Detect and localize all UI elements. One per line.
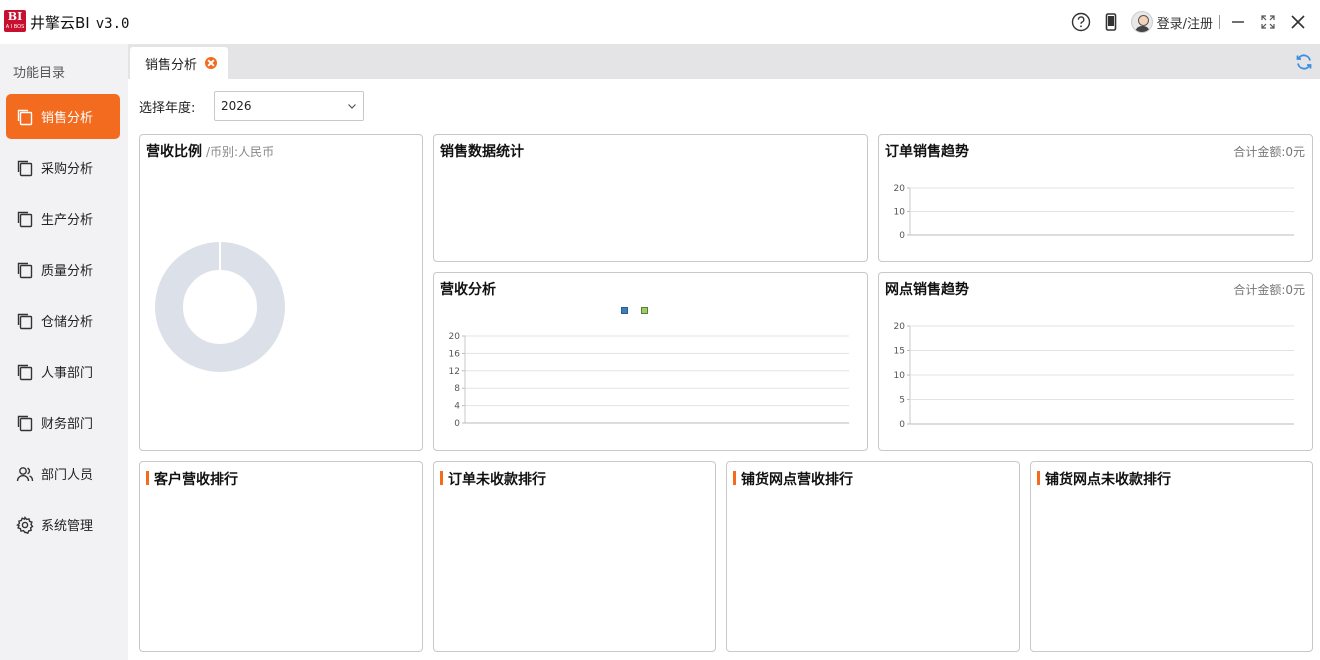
y-tick-label: 10 [894, 371, 906, 381]
help-icon[interactable] [1069, 10, 1093, 34]
sidebar-item-warehouse-analysis[interactable]: 仓储分析 [6, 298, 120, 343]
sidebar: 功能目录 销售分析 采购分析 生产分析 质量分析 仓储分析 人事部门 财务部门 [0, 44, 128, 660]
outlet-trend-panel: 网点销售趋势 合计金额:0元 0 5 10 15 20 [878, 272, 1313, 451]
total-amount: 合计金额:0元 [1233, 283, 1305, 297]
y-tick-label: 20 [449, 332, 461, 342]
revenue-ratio-panel: 营收比例/币别:人民币 [139, 134, 423, 451]
sidebar-item-label: 部门人员 [41, 468, 94, 483]
sidebar-menu: 销售分析 采购分析 生产分析 质量分析 仓储分析 人事部门 财务部门 部门人员 [6, 94, 120, 553]
app-logo: BI A I BOS [4, 10, 26, 32]
panel-title: 铺货网点未收款排行 [1037, 469, 1171, 489]
chevron-down-icon [348, 104, 356, 109]
copy-icon [16, 210, 34, 228]
copy-icon [16, 414, 34, 432]
y-tick-label: 0 [899, 231, 905, 241]
tab-label: 销售分析 [145, 57, 198, 73]
y-tick-label: 16 [449, 349, 461, 359]
copy-icon [16, 312, 34, 330]
login-button[interactable]: 登录/注册 [1130, 11, 1213, 33]
order-trend-chart: 0 10 20 [894, 184, 1294, 241]
app-version: v3.0 [95, 16, 130, 32]
customer-revenue-rank-panel: 客户营收排行 [139, 461, 423, 652]
maximize-icon[interactable] [1256, 10, 1280, 34]
sidebar-item-production-analysis[interactable]: 生产分析 [6, 196, 120, 241]
refresh-icon[interactable] [1294, 52, 1314, 72]
y-tick-label: 20 [894, 322, 906, 332]
sidebar-item-label: 销售分析 [41, 111, 94, 126]
total-amount: 合计金额:0元 [1233, 145, 1305, 159]
users-icon [16, 465, 34, 483]
revenue-analysis-panel: 营收分析 0 4 8 12 16 20 [433, 272, 868, 451]
sales-stats-panel: 销售数据统计 [433, 134, 868, 262]
title-bar: BI A I BOS 井擎云BI v3.0 登录/注册 [0, 0, 1320, 44]
tab-close-icon[interactable] [205, 57, 218, 69]
sidebar-item-label: 系统管理 [41, 519, 94, 534]
avatar [1130, 11, 1153, 33]
sidebar-item-purchase-analysis[interactable]: 采购分析 [6, 145, 120, 190]
minimize-icon[interactable] [1226, 10, 1250, 34]
close-icon[interactable] [1286, 10, 1310, 34]
y-tick-label: 0 [899, 420, 905, 430]
outlet-revenue-rank-panel: 铺货网点营收排行 [726, 461, 1020, 652]
donut-ring [155, 242, 285, 372]
sidebar-item-system-management[interactable]: 系统管理 [6, 502, 120, 547]
panel-title: 销售数据统计 [440, 144, 524, 160]
copy-icon [16, 363, 34, 381]
panel-title: 营收比例/币别:人民币 [146, 144, 275, 160]
gear-icon [16, 515, 34, 534]
legend [621, 306, 661, 316]
mobile-icon[interactable] [1099, 10, 1123, 34]
sidebar-item-label: 质量分析 [41, 264, 94, 279]
login-label: 登录/注册 [1156, 16, 1213, 32]
app-title: 井擎云BI v3.0 [30, 12, 129, 33]
sidebar-item-label: 人事部门 [41, 366, 94, 381]
order-unpaid-rank-panel: 订单未收款排行 [433, 461, 716, 652]
currency-note: /币别:人民币 [206, 145, 275, 159]
legend-swatch-1 [621, 307, 628, 314]
copy-icon [16, 159, 34, 177]
year-select-value: 2026 [221, 99, 252, 113]
y-tick-label: 20 [894, 184, 906, 194]
y-tick-label: 12 [449, 367, 460, 377]
sidebar-item-hr-department[interactable]: 人事部门 [6, 349, 120, 394]
panel-title: 铺货网点营收排行 [733, 469, 853, 489]
panel-title: 订单未收款排行 [440, 469, 546, 489]
y-tick-label: 10 [894, 208, 906, 218]
y-tick-label: 4 [454, 402, 460, 412]
year-filter-label: 选择年度: [139, 101, 196, 116]
panel-title: 订单销售趋势 [885, 144, 969, 160]
y-tick-label: 8 [454, 384, 460, 394]
copy-icon [16, 108, 34, 126]
y-tick-label: 5 [899, 396, 905, 406]
sidebar-item-label: 仓储分析 [41, 315, 94, 330]
panel-title: 营收分析 [440, 282, 496, 298]
panel-title: 网点销售趋势 [885, 282, 969, 298]
y-tick-label: 0 [454, 419, 460, 429]
panel-title: 客户营收排行 [146, 469, 238, 489]
sidebar-item-sales-analysis[interactable]: 销售分析 [6, 94, 120, 139]
sidebar-item-label: 财务部门 [41, 417, 94, 432]
year-select[interactable]: 2026 [214, 91, 364, 121]
order-trend-panel: 订单销售趋势 合计金额:0元 0 10 20 [878, 134, 1313, 262]
sidebar-item-label: 采购分析 [41, 162, 94, 177]
outlet-unpaid-rank-panel: 铺货网点未收款排行 [1030, 461, 1313, 652]
tab-sales-analysis[interactable]: 销售分析 [130, 47, 228, 79]
app-name: 井擎云BI [30, 14, 90, 32]
revenue-ratio-chart [155, 242, 285, 372]
sidebar-heading: 功能目录 [13, 66, 66, 81]
legend-swatch-2 [641, 307, 648, 314]
y-tick-label: 15 [894, 347, 905, 357]
sidebar-item-department-staff[interactable]: 部门人员 [6, 451, 120, 496]
outlet-trend-chart: 0 5 10 15 20 [894, 322, 1294, 430]
tab-bar: 销售分析 [128, 44, 1320, 79]
divider [1219, 15, 1220, 29]
sidebar-item-quality-analysis[interactable]: 质量分析 [6, 247, 120, 292]
sidebar-item-label: 生产分析 [41, 213, 94, 228]
sidebar-item-finance-department[interactable]: 财务部门 [6, 400, 120, 445]
revenue-analysis-chart: 0 4 8 12 16 20 [449, 332, 849, 429]
copy-icon [16, 261, 34, 279]
